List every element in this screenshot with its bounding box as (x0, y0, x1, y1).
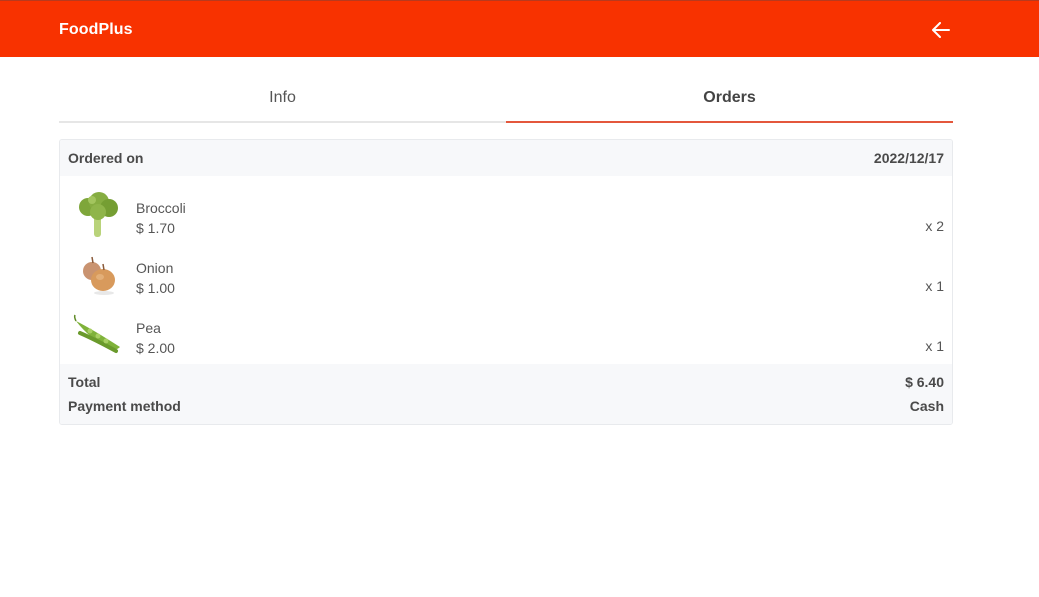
arrow-left-icon (932, 22, 950, 38)
item-name: Pea (136, 320, 161, 336)
onion-image (83, 256, 115, 295)
app-header: FoodPlus (0, 0, 1039, 57)
list-item: Broccoli $ 1.70 x 2 (60, 187, 952, 247)
payment-method-label: Payment method (68, 398, 181, 414)
item-price: $ 1.70 (136, 220, 175, 236)
order-card: Ordered on 2022/12/17 Broccoli $ 1.70 x … (59, 139, 953, 425)
broccoli-image (79, 192, 118, 237)
order-items: Broccoli $ 1.70 x 2 Onion $ 1.00 x 1 Pea… (60, 176, 952, 367)
payment-method-value: Cash (909, 398, 944, 414)
payment-row: Payment method Cash (68, 396, 944, 420)
item-quantity: x 1 (925, 278, 944, 294)
tab-orders[interactable]: Orders (506, 75, 953, 123)
total-row: Total $ 6.40 (68, 372, 944, 396)
pea-pod-image (73, 314, 120, 353)
item-name: Broccoli (136, 200, 186, 216)
ordered-on-date: 2022/12/17 (873, 150, 944, 166)
item-quantity: x 1 (925, 338, 944, 354)
back-button[interactable] (926, 15, 956, 45)
list-item: Onion $ 1.00 x 1 (60, 247, 952, 307)
tab-info[interactable]: Info (59, 75, 506, 121)
order-header: Ordered on 2022/12/17 (60, 140, 952, 176)
ordered-on-label: Ordered on (68, 150, 144, 166)
total-label: Total (68, 374, 101, 390)
item-name: Onion (136, 260, 174, 276)
item-price: $ 2.00 (136, 340, 175, 356)
item-price: $ 1.00 (136, 280, 175, 296)
list-item: Pea $ 2.00 x 1 (60, 307, 952, 367)
brand-logo[interactable]: FoodPlus (59, 21, 133, 39)
order-summary: Total $ 6.40 Payment method Cash (60, 364, 952, 424)
item-quantity: x 2 (925, 218, 944, 234)
tab-bar: Info Orders (59, 75, 953, 123)
total-value: $ 6.40 (905, 374, 944, 390)
